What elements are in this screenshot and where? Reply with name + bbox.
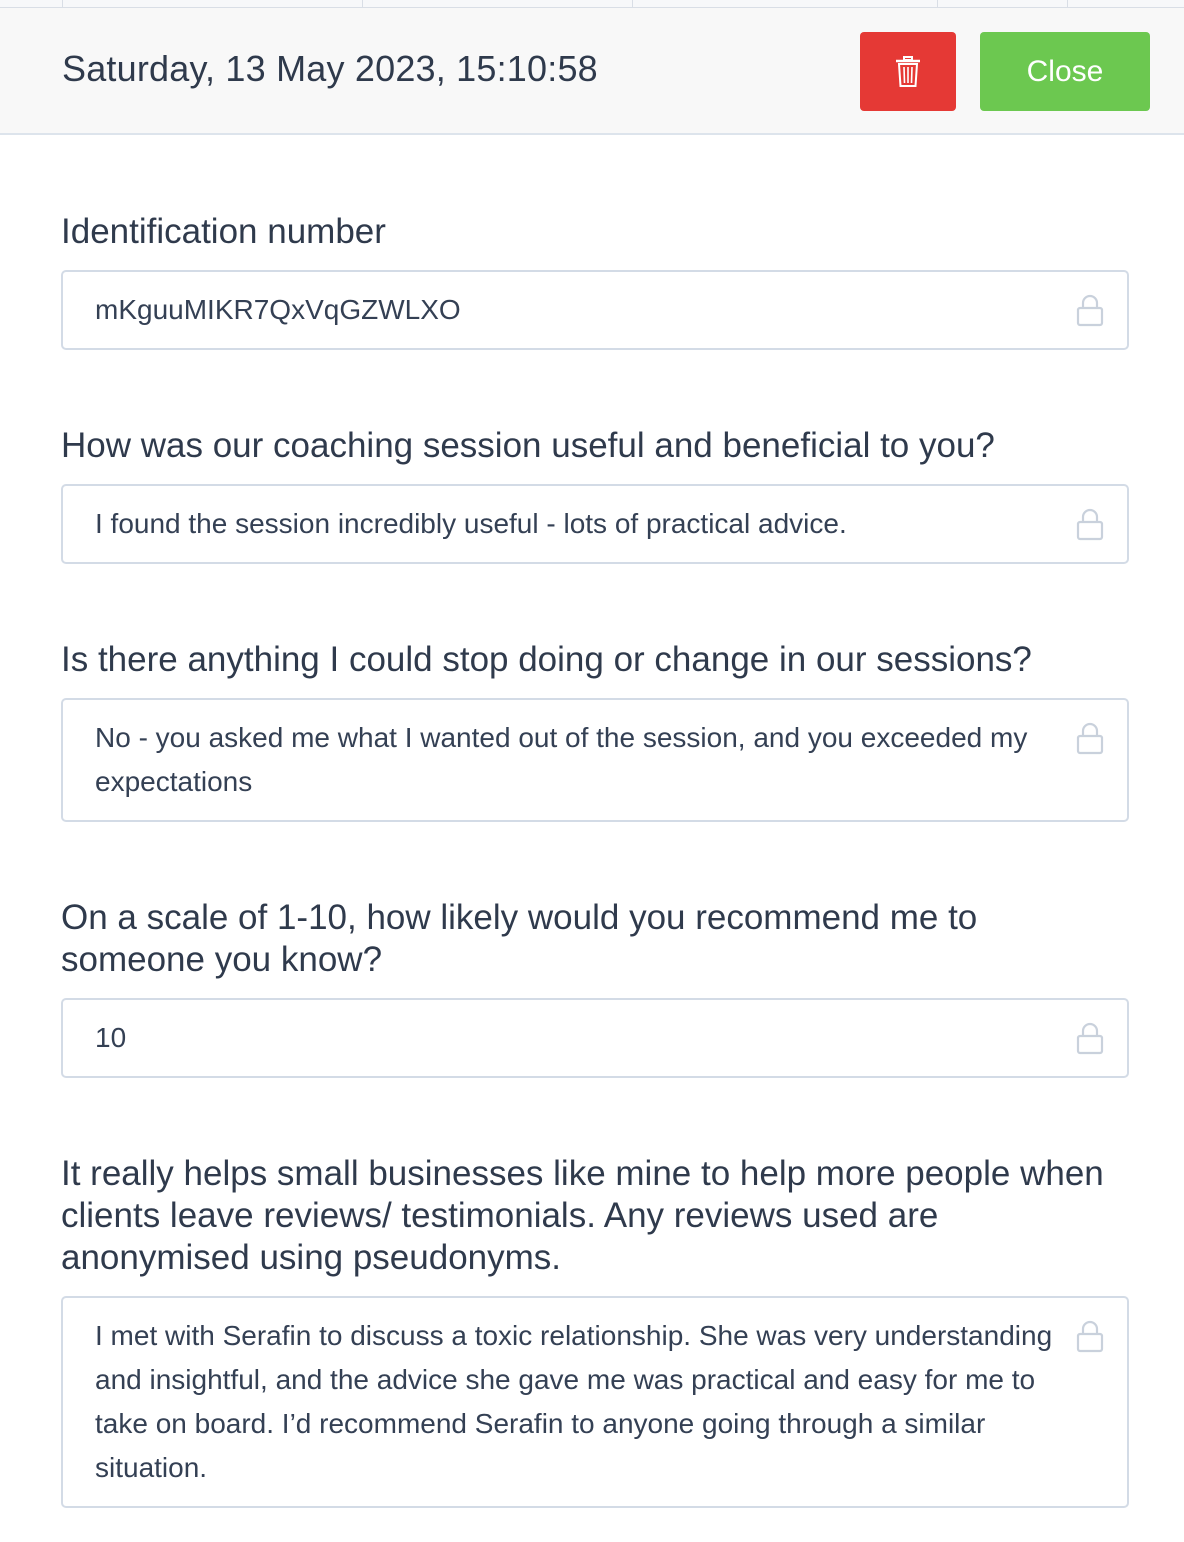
tab-divider: [362, 0, 363, 8]
lock-icon: [1076, 1320, 1104, 1353]
field-value: 10: [95, 1022, 127, 1053]
field-review-testimonial: I met with Serafin to discuss a toxic re…: [61, 1296, 1129, 1508]
tab-divider: [632, 0, 633, 8]
field-label-useful: How was our coaching session useful and …: [61, 426, 995, 465]
field-value: I met with Serafin to discuss a toxic re…: [95, 1320, 1053, 1483]
tab-divider: [62, 0, 63, 8]
response-header: Saturday, 13 May 2023, 15:10:58 Close: [0, 8, 1184, 135]
tab-divider: [1067, 0, 1068, 8]
submission-datetime: Saturday, 13 May 2023, 15:10:58: [62, 48, 598, 89]
field-session-useful: I found the session incredibly useful - …: [61, 484, 1129, 564]
field-label-review: It really helps small businesses like mi…: [61, 1154, 1104, 1277]
top-tab-strip: [0, 0, 1184, 8]
field-identification-number: mKguuMIKR7QxVqGZWLXO: [61, 270, 1129, 350]
delete-button[interactable]: [860, 32, 956, 111]
field-label-recommend: On a scale of 1-10, how likely would you…: [61, 898, 978, 979]
lock-icon: [1076, 1022, 1104, 1055]
field-recommend-score: 10: [61, 998, 1129, 1078]
tab-divider: [937, 0, 938, 8]
trash-icon: [896, 55, 920, 87]
field-value: No - you asked me what I wanted out of t…: [95, 722, 1028, 797]
field-stop-or-change: No - you asked me what I wanted out of t…: [61, 698, 1129, 822]
field-value: I found the session incredibly useful - …: [95, 508, 847, 539]
close-button[interactable]: Close: [980, 32, 1150, 111]
field-label-change: Is there anything I could stop doing or …: [61, 640, 1032, 679]
lock-icon: [1076, 294, 1104, 327]
lock-icon: [1076, 508, 1104, 541]
lock-icon: [1076, 722, 1104, 755]
field-label-identification: Identification number: [61, 212, 386, 251]
field-value: mKguuMIKR7QxVqGZWLXO: [95, 294, 461, 325]
